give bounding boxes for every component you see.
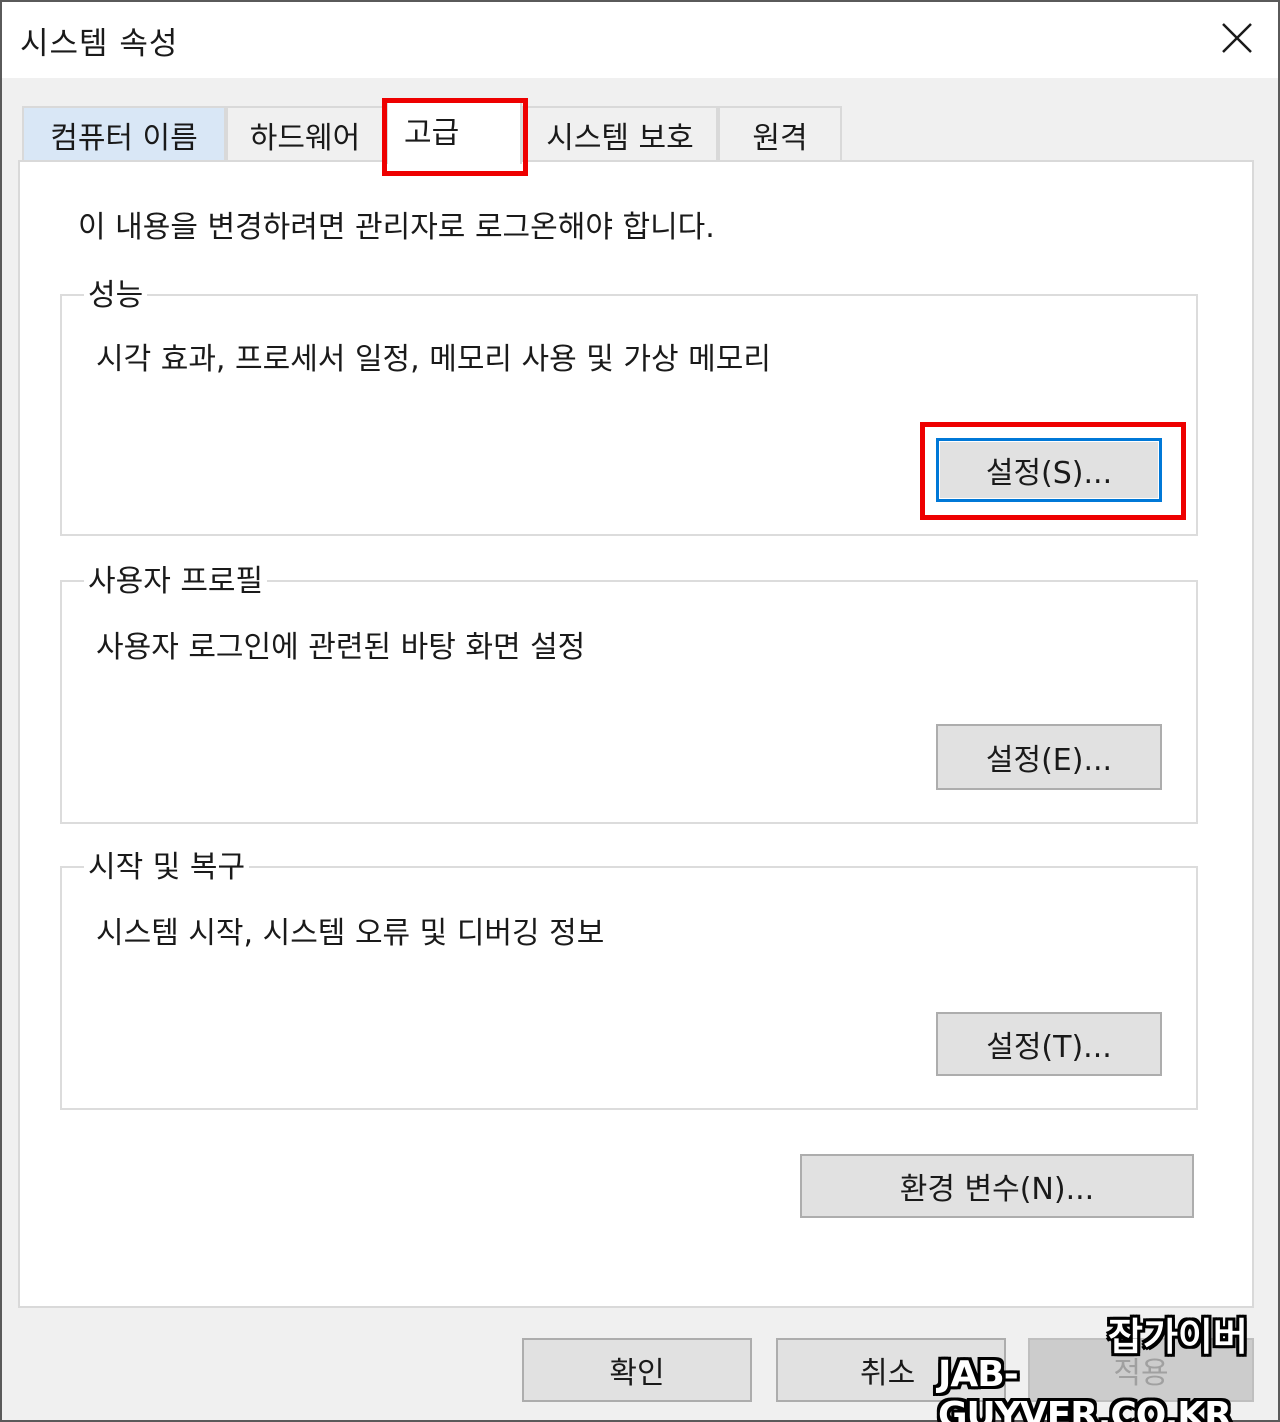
system-properties-window: 시스템 속성 컴퓨터 이름 하드웨어 고급 시스템 보호 원격 이 내용을 변경… bbox=[0, 0, 1280, 1422]
startup-recovery-settings-button[interactable]: 설정(T)... bbox=[936, 1012, 1162, 1076]
tab-label: 원격 bbox=[752, 121, 808, 156]
group-description: 시각 효과, 프로세서 일정, 메모리 사용 및 가상 메모리 bbox=[96, 342, 771, 377]
tab-hardware[interactable]: 하드웨어 bbox=[226, 106, 384, 162]
group-label: 성능 bbox=[84, 270, 148, 314]
title-bar: 시스템 속성 bbox=[2, 2, 1278, 78]
button-label: 환경 변수(N)... bbox=[899, 1172, 1095, 1207]
button-label: 설정(T)... bbox=[986, 1030, 1112, 1065]
button-label: 취소 bbox=[860, 1356, 916, 1391]
button-label: 확인 bbox=[609, 1356, 665, 1391]
tab-label: 하드웨어 bbox=[249, 121, 361, 156]
tab-label: 컴퓨터 이름 bbox=[50, 121, 198, 156]
watermark-logo-text: 잡가이버 bbox=[1108, 1315, 1248, 1359]
close-button[interactable] bbox=[1202, 10, 1272, 66]
admin-notice: 이 내용을 변경하려면 관리자로 로그온해야 합니다. bbox=[78, 210, 715, 245]
group-label: 사용자 프로필 bbox=[84, 556, 268, 600]
button-label: 설정(S)... bbox=[985, 456, 1113, 491]
tab-advanced[interactable]: 고급 bbox=[386, 100, 522, 164]
group-description: 시스템 시작, 시스템 오류 및 디버깅 정보 bbox=[96, 916, 605, 951]
tab-label: 고급 bbox=[404, 116, 460, 151]
ok-button[interactable]: 확인 bbox=[522, 1338, 752, 1402]
button-label: 설정(E)... bbox=[985, 743, 1113, 778]
environment-variables-button[interactable]: 환경 변수(N)... bbox=[800, 1154, 1194, 1218]
tab-remote[interactable]: 원격 bbox=[718, 106, 842, 162]
group-label: 시작 및 복구 bbox=[84, 842, 250, 886]
close-icon bbox=[1222, 23, 1252, 53]
group-description: 사용자 로그인에 관련된 바탕 화면 설정 bbox=[96, 630, 586, 665]
tab-label: 시스템 보호 bbox=[546, 121, 694, 156]
watermark-url-text: JAB-GUYVER.CO.KR bbox=[938, 1354, 1232, 1422]
tab-computer-name[interactable]: 컴퓨터 이름 bbox=[22, 106, 226, 162]
user-profiles-settings-button[interactable]: 설정(E)... bbox=[936, 724, 1162, 790]
tab-system-protection[interactable]: 시스템 보호 bbox=[522, 106, 718, 162]
performance-settings-button[interactable]: 설정(S)... bbox=[936, 438, 1162, 502]
window-title: 시스템 속성 bbox=[20, 26, 179, 62]
